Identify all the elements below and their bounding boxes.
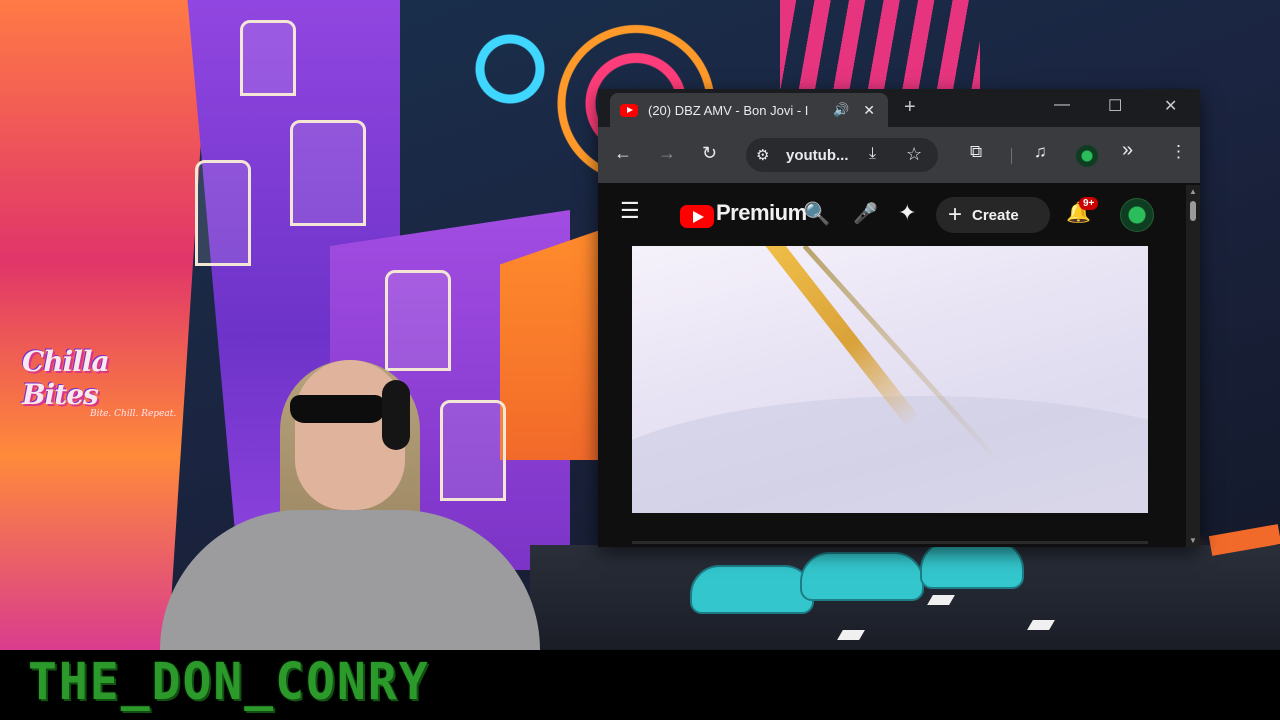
- background-stripes: [780, 0, 980, 90]
- browser-menu-icon[interactable]: ⋮: [1170, 142, 1187, 162]
- video-player[interactable]: [632, 246, 1148, 513]
- site-settings-icon[interactable]: ⚙: [756, 146, 769, 164]
- background-window: [240, 20, 296, 96]
- youtube-logo-icon[interactable]: [680, 205, 714, 228]
- youtube-page: ☰ Premium 🔍 🎤 ✦ + Create 🔔 9+: [598, 183, 1200, 547]
- back-arrow-icon[interactable]: ←: [614, 143, 632, 164]
- youtube-favicon-icon: [620, 103, 638, 117]
- microphone-icon[interactable]: 🎤: [853, 201, 878, 226]
- tab-title: (20) DBZ AMV - Bon Jovi - I: [648, 102, 809, 118]
- streamer-headphones: [382, 380, 410, 450]
- streamer-sunglasses: [290, 395, 385, 423]
- account-avatar[interactable]: [1120, 198, 1154, 232]
- hamburger-menu-icon[interactable]: ☰: [620, 198, 640, 224]
- youtube-premium-logo-text[interactable]: Premium: [716, 200, 807, 226]
- bookmark-star-icon[interactable]: ☆: [906, 144, 922, 165]
- reload-icon[interactable]: ↻: [702, 143, 717, 164]
- browser-toolbar: ← → ↻ ⚙ youtub... ⤓ ☆ ⧉ ♫ » ⋮: [598, 127, 1200, 183]
- scroll-up-arrow-icon[interactable]: ▲: [1189, 187, 1197, 196]
- tab-strip: (20) DBZ AMV - Bon Jovi - I 🔊 ✕ + — ☐ ✕: [598, 89, 1200, 127]
- background-window: [290, 120, 366, 226]
- background-car: [800, 552, 924, 601]
- browser-window: (20) DBZ AMV - Bon Jovi - I 🔊 ✕ + — ☐ ✕ …: [598, 89, 1200, 547]
- address-bar[interactable]: ⚙ youtub... ⤓ ☆: [746, 138, 938, 172]
- streamer-name: THE_DON_CONRY: [28, 652, 430, 712]
- below-video-divider: [632, 541, 1148, 544]
- scroll-down-arrow-icon[interactable]: ▼: [1189, 536, 1197, 545]
- speaker-icon[interactable]: 🔊: [833, 102, 849, 118]
- notification-count-badge: 9+: [1079, 197, 1099, 210]
- create-label: Create: [972, 206, 1019, 224]
- ai-assistant-icon[interactable]: ✦: [898, 200, 916, 226]
- extensions-icon[interactable]: ⧉: [970, 142, 982, 162]
- scrollbar-thumb[interactable]: [1190, 201, 1196, 221]
- background-car: [690, 565, 814, 614]
- plus-icon: +: [948, 201, 963, 228]
- address-text[interactable]: youtub...: [786, 147, 849, 164]
- new-tab-button[interactable]: +: [904, 96, 916, 119]
- close-tab-icon[interactable]: ✕: [863, 102, 875, 119]
- toolbar-divider: [1011, 148, 1012, 164]
- tab-youtube-video[interactable]: (20) DBZ AMV - Bon Jovi - I 🔊 ✕: [610, 93, 888, 127]
- minimize-button[interactable]: —: [1054, 96, 1070, 114]
- install-app-icon[interactable]: ⤓: [869, 145, 876, 163]
- forward-arrow-icon[interactable]: →: [658, 143, 676, 164]
- maximize-button[interactable]: ☐: [1108, 96, 1122, 116]
- page-scrollbar[interactable]: ▲ ▼: [1186, 185, 1200, 547]
- search-icon[interactable]: 🔍: [803, 201, 830, 227]
- video-frame-shading: [632, 396, 1148, 513]
- stream-screen: Chilla Bites Bite. Chill. Repeat. THE_DO…: [0, 0, 1280, 720]
- background-car: [920, 540, 1024, 589]
- media-controls-icon[interactable]: ♫: [1034, 142, 1047, 162]
- streamer-shirt: [160, 510, 540, 650]
- background-window: [195, 160, 251, 266]
- create-button[interactable]: + Create: [936, 197, 1050, 233]
- webcam-streamer: [160, 340, 540, 650]
- overflow-chevron-icon[interactable]: »: [1122, 139, 1133, 162]
- close-window-button[interactable]: ✕: [1164, 96, 1177, 116]
- profile-avatar[interactable]: [1076, 145, 1098, 167]
